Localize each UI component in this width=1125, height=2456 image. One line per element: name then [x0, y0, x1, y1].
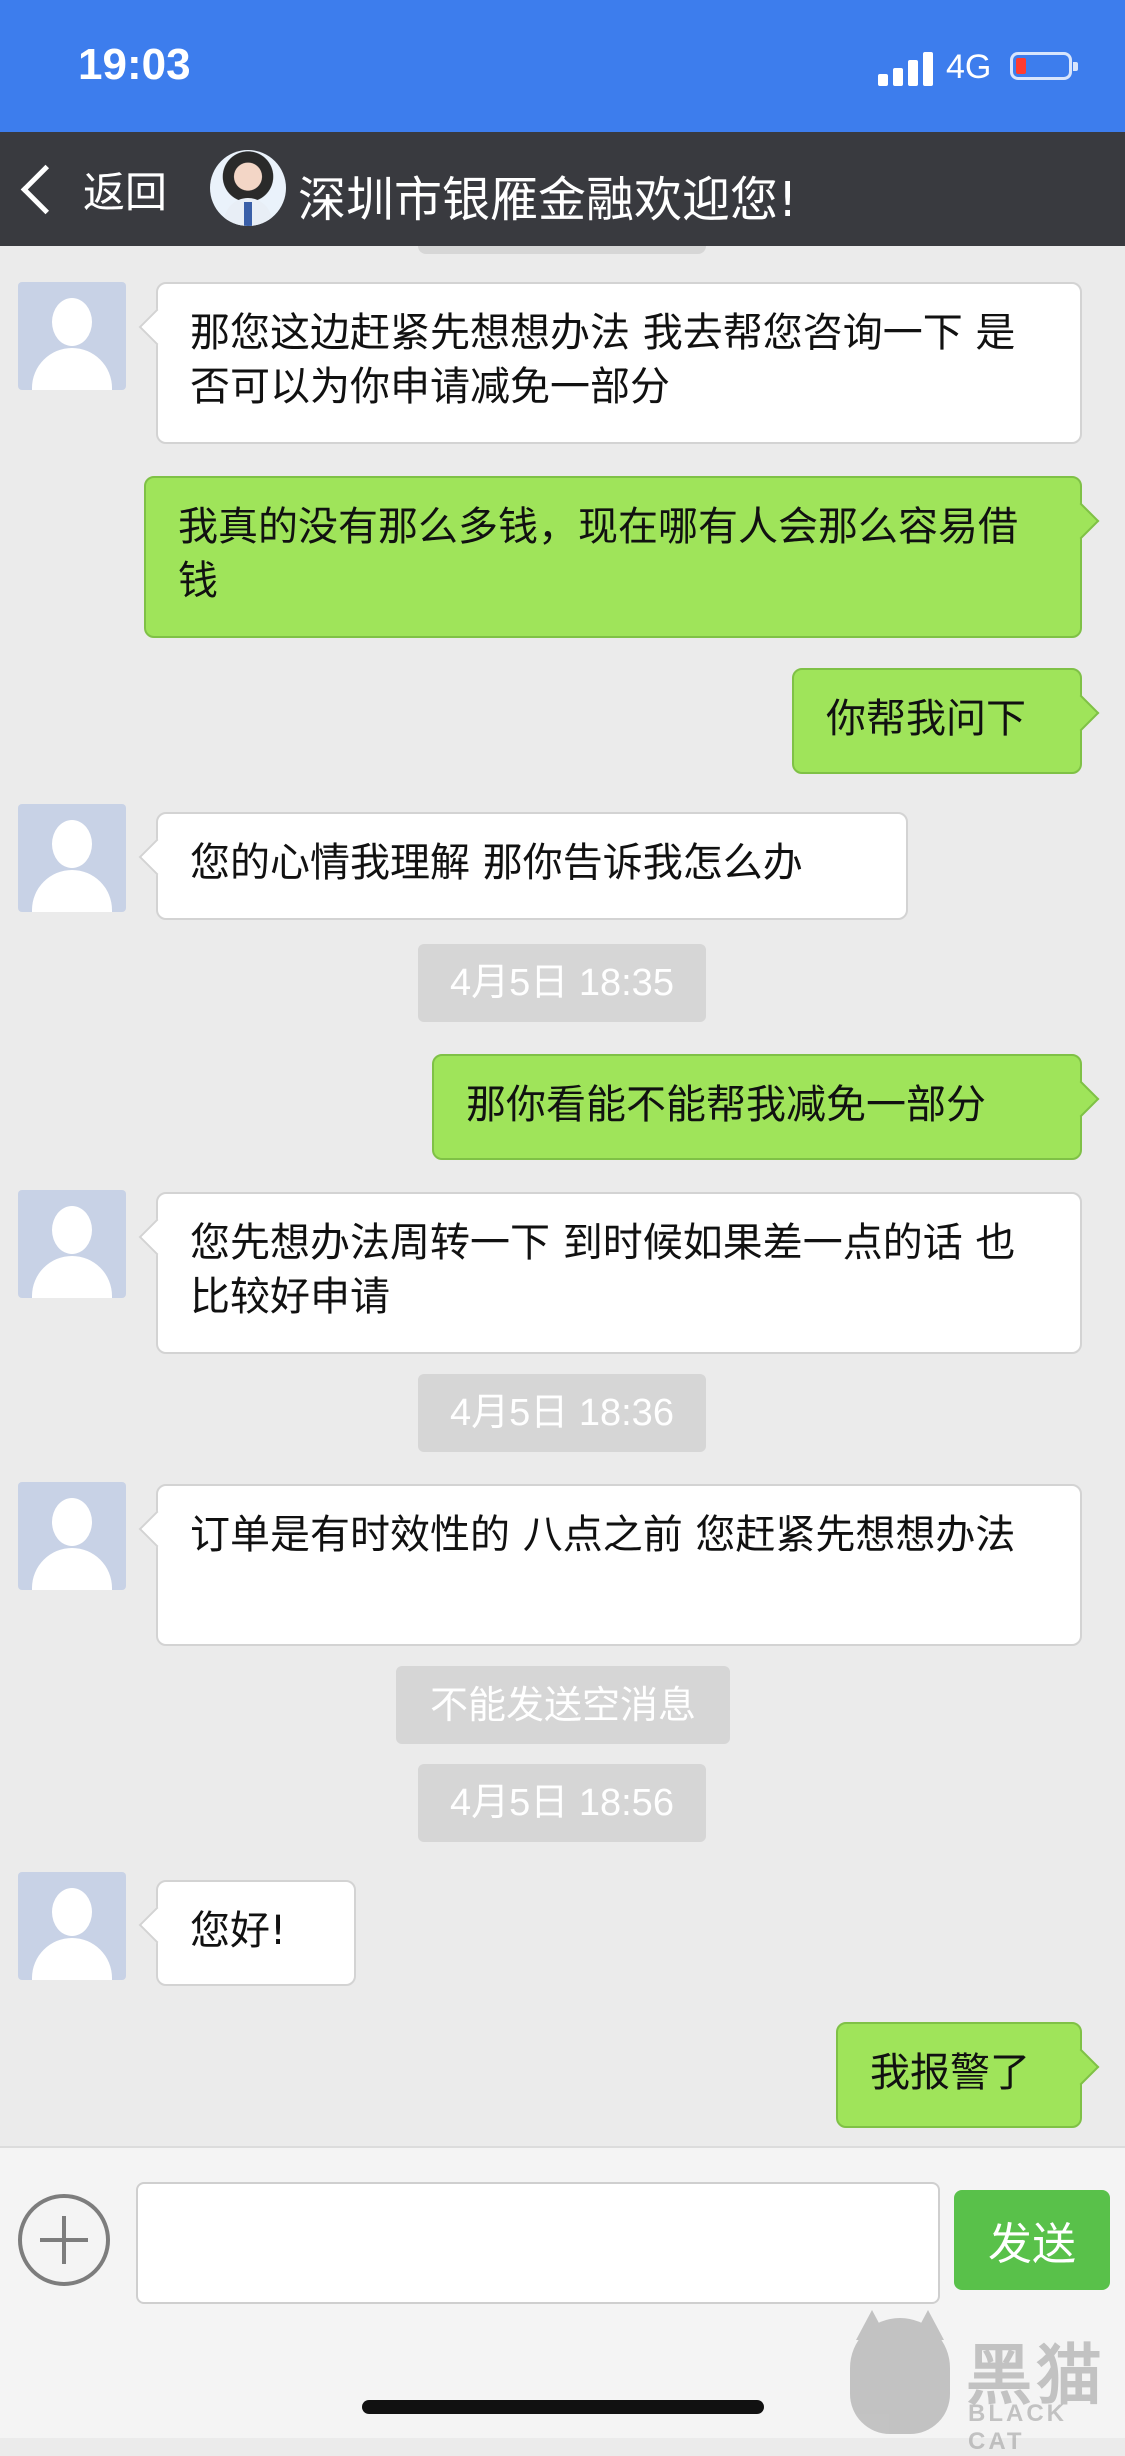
sender-avatar[interactable]	[18, 1190, 126, 1298]
plus-circle-icon[interactable]	[18, 2194, 110, 2286]
message-input[interactable]	[136, 2182, 940, 2304]
sender-avatar[interactable]	[18, 804, 126, 912]
sender-avatar[interactable]	[18, 1482, 126, 1590]
back-label: 返回	[83, 167, 168, 217]
previous-timestamp-chip	[418, 246, 706, 254]
cat-icon	[850, 2310, 950, 2434]
chevron-left-icon	[20, 164, 71, 214]
message-bubble-incoming[interactable]: 订单是有时效性的 八点之前 您赶紧先想想办法	[156, 1484, 1082, 1646]
timestamp-chip: 4月5日 18:35	[418, 944, 706, 1022]
sender-avatar[interactable]	[18, 1872, 126, 1980]
send-button[interactable]: 发送	[954, 2190, 1110, 2290]
chat-title: 深圳市银雁金融欢迎您!	[298, 172, 798, 228]
nav-bar: 返回 深圳市银雁金融欢迎您!	[0, 132, 1125, 246]
message-bubble-incoming[interactable]: 您的心情我理解 那你告诉我怎么办	[156, 812, 908, 920]
contact-avatar[interactable]	[210, 150, 286, 226]
chat-area[interactable]: 那您这边赶紧先想想办法 我去帮您咨询一下 是否可以为你申请减免一部分 我真的没有…	[0, 246, 1125, 2146]
message-bubble-outgoing[interactable]: 那你看能不能帮我减免一部分	[432, 1054, 1082, 1160]
timestamp-chip: 4月5日 18:56	[418, 1764, 706, 1842]
message-bubble-incoming[interactable]: 那您这边赶紧先想想办法 我去帮您咨询一下 是否可以为你申请减免一部分	[156, 282, 1082, 444]
status-time: 19:03	[78, 40, 191, 89]
watermark-logo: 黑猫 BLACK CAT	[850, 2310, 1125, 2455]
timestamp-chip: 4月5日 18:36	[418, 1374, 706, 1452]
message-bubble-incoming[interactable]: 您好!	[156, 1880, 356, 1986]
system-notice-chip: 不能发送空消息	[396, 1666, 730, 1744]
status-bar: 19:03 4G	[0, 0, 1125, 132]
signal-bars-icon	[878, 50, 936, 86]
home-indicator[interactable]	[362, 2400, 764, 2414]
watermark-text-en: BLACK CAT	[968, 2400, 1067, 2455]
message-bubble-outgoing[interactable]: 我报警了	[836, 2022, 1082, 2128]
back-button[interactable]: 返回	[14, 154, 167, 224]
battery-low-icon	[1010, 52, 1078, 80]
message-bubble-incoming[interactable]: 您先想办法周转一下 到时候如果差一点的话 也比较好申请	[156, 1192, 1082, 1354]
message-bubble-outgoing[interactable]: 你帮我问下	[792, 668, 1082, 774]
sender-avatar[interactable]	[18, 282, 126, 390]
network-type: 4G	[946, 48, 992, 86]
message-bubble-outgoing[interactable]: 我真的没有那么多钱，现在哪有人会那么容易借钱	[144, 476, 1082, 638]
